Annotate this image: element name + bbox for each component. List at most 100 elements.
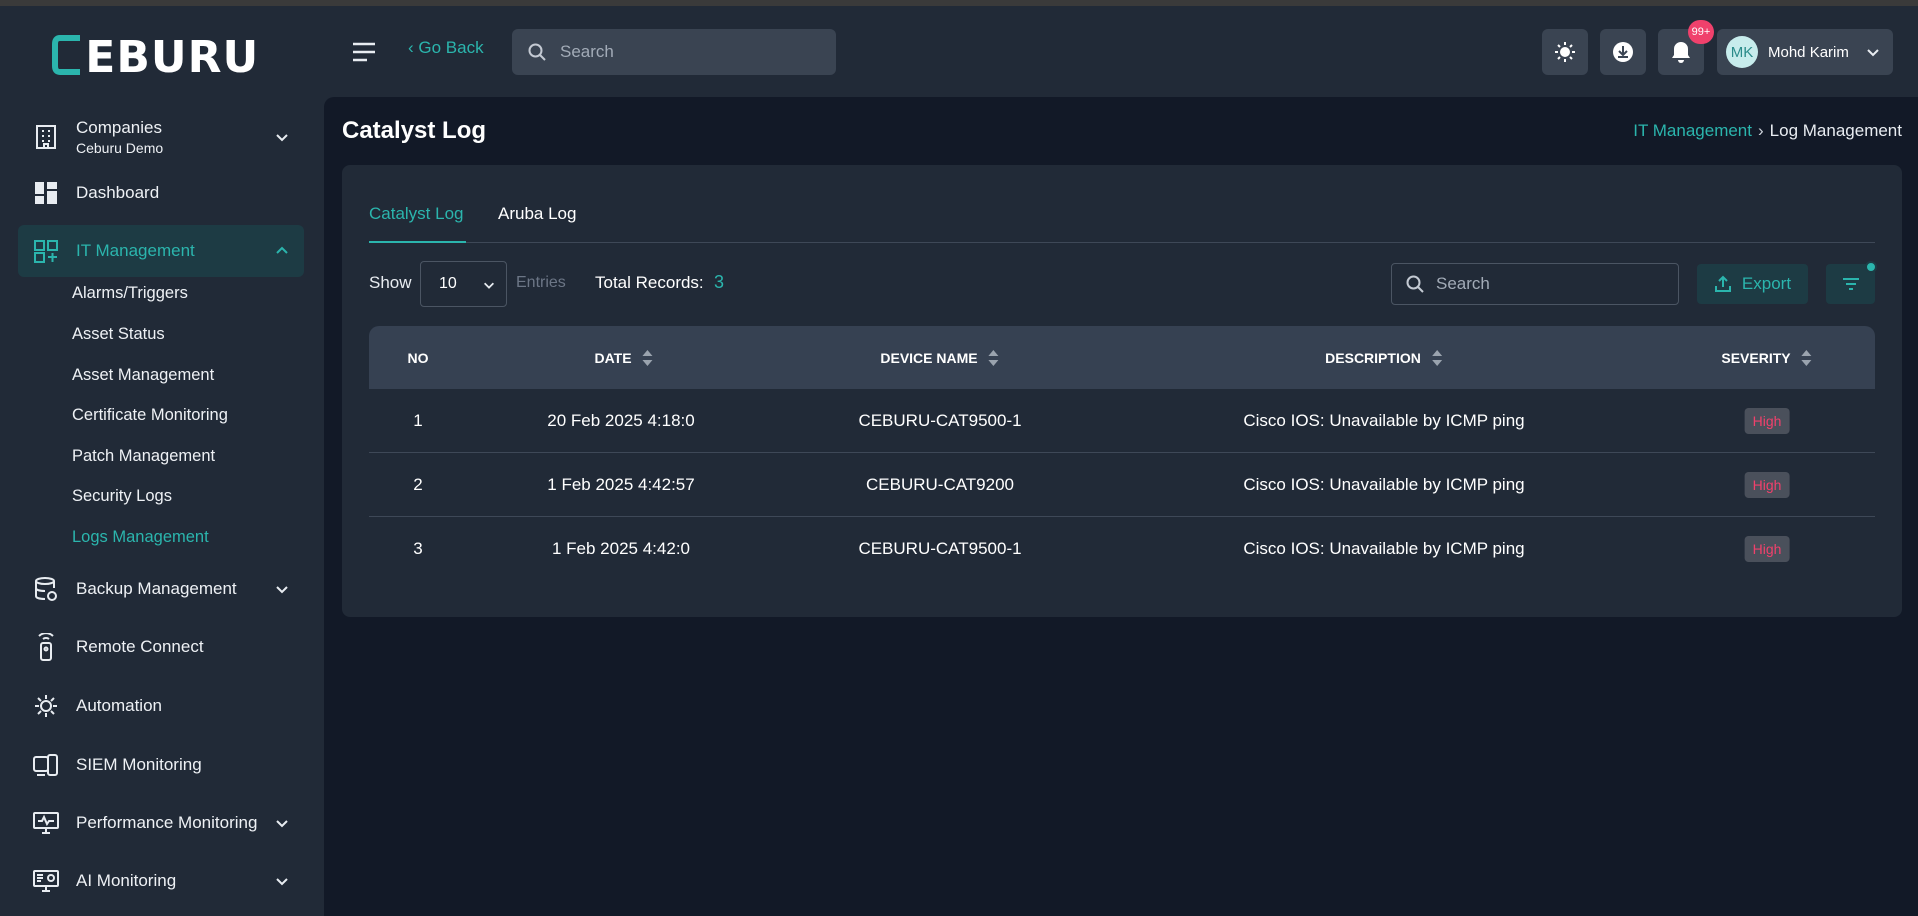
sidebar-item-label: Automation	[76, 696, 162, 715]
column-header-label: DESCRIPTION	[1325, 349, 1421, 366]
building-icon	[32, 123, 60, 151]
entries-label: Entries	[516, 274, 566, 291]
companies-label: Companies	[76, 118, 162, 137]
severity-badge: High	[1744, 407, 1790, 434]
sidebar-subitem-asset-management[interactable]: Asset Management	[72, 366, 214, 385]
upload-icon	[1714, 275, 1731, 292]
sidebar-subitem-alarms[interactable]: Alarms/Triggers	[72, 284, 188, 303]
cell-date: 20 Feb 2025 4:18:0	[547, 410, 695, 430]
go-back-label: Go Back	[418, 38, 484, 57]
column-header-date[interactable]: DATE	[594, 326, 653, 389]
column-header-no[interactable]: NO	[408, 326, 429, 389]
sidebar-item-automation[interactable]: Automation	[18, 680, 304, 732]
header-search[interactable]	[512, 29, 836, 75]
sidebar-item-remote-connect[interactable]: Remote Connect	[18, 621, 304, 673]
chevron-down-icon	[276, 878, 288, 886]
sidebar-item-backup-management[interactable]: Backup Management	[18, 563, 304, 615]
sidebar-subitem-security-logs[interactable]: Security Logs	[72, 487, 172, 506]
sidebar-item-dashboard[interactable]: Dashboard	[18, 167, 304, 219]
go-back-link[interactable]: ‹ Go Back	[408, 38, 484, 58]
tab-catalyst-log[interactable]: Catalyst Log	[369, 204, 466, 243]
sort-icon	[988, 349, 999, 366]
sidebar-subitem-patch-management[interactable]: Patch Management	[72, 447, 215, 466]
table-search[interactable]	[1391, 263, 1679, 305]
remote-icon	[32, 633, 60, 661]
companies-selector[interactable]: Companies Ceburu Demo	[18, 109, 304, 165]
total-records-value: 3	[714, 272, 725, 292]
sidebar-item-label: Dashboard	[76, 183, 160, 202]
table-row: 3 1 Feb 2025 4:42:0 CEBURU-CAT9500-1 Cis…	[369, 517, 1875, 581]
download-icon	[1613, 42, 1633, 62]
monitor-icon	[32, 809, 60, 837]
sidebar-item-performance-monitoring[interactable]: Performance Monitoring	[18, 797, 304, 849]
chevron-up-icon	[276, 246, 288, 254]
avatar: MK	[1726, 36, 1758, 68]
search-icon	[528, 43, 546, 61]
user-menu[interactable]: MK Mohd Karim	[1717, 29, 1893, 75]
log-tabs: Catalyst Log Aruba Log	[369, 204, 1875, 243]
cell-description: Cisco IOS: Unavailable by ICMP ping	[1243, 474, 1525, 494]
siem-icon	[32, 751, 60, 779]
breadcrumb: IT Management › Log Management	[1633, 121, 1902, 141]
column-header-label: DATE	[594, 349, 632, 366]
cell-device-name: CEBURU-CAT9500-1	[858, 410, 1022, 430]
chevron-down-icon	[276, 134, 288, 142]
user-name: Mohd Karim	[1768, 43, 1849, 61]
tab-aruba-log[interactable]: Aruba Log	[498, 204, 576, 236]
sidebar-subitem-logs-management[interactable]: Logs Management	[72, 528, 209, 547]
column-header-label: DEVICE NAME	[880, 349, 978, 366]
sidebar-subitem-certificate-monitoring[interactable]: Certificate Monitoring	[72, 406, 228, 425]
ceburu-logo[interactable]: CEBURU	[52, 32, 272, 78]
breadcrumb-separator: ›	[1758, 121, 1764, 140]
table-search-input[interactable]	[1436, 274, 1666, 294]
breadcrumb-it-management[interactable]: IT Management	[1633, 121, 1752, 140]
sidebar-item-siem-monitoring[interactable]: SIEM Monitoring	[18, 739, 304, 791]
sidebar-item-label: IT Management	[76, 241, 195, 260]
header-search-input[interactable]	[560, 42, 820, 62]
sidebar-item-label: SIEM Monitoring	[76, 755, 202, 774]
total-records-label: Total Records:	[595, 273, 704, 292]
automation-icon	[32, 692, 60, 720]
sidebar-item-label: Remote Connect	[76, 637, 204, 656]
column-header-description[interactable]: DESCRIPTION	[1325, 326, 1443, 389]
sort-icon	[642, 349, 653, 366]
severity-badge: High	[1744, 535, 1790, 562]
bell-icon	[1672, 42, 1690, 63]
sidebar: CEBURU Companies Ceburu Demo Dashboard I…	[0, 6, 324, 916]
column-header-device-name[interactable]: DEVICE NAME	[880, 326, 999, 389]
theme-toggle-button[interactable]	[1542, 29, 1588, 75]
ai-monitor-icon	[32, 867, 60, 895]
column-header-label: SEVERITY	[1721, 349, 1791, 366]
hamburger-menu-icon[interactable]	[350, 40, 378, 64]
cell-date: 1 Feb 2025 4:42:0	[551, 538, 691, 558]
dashboard-icon	[32, 179, 60, 207]
entries-select[interactable]: 10	[420, 261, 507, 307]
search-icon	[1406, 275, 1424, 293]
sidebar-item-it-management[interactable]: IT Management	[18, 225, 304, 277]
sidebar-item-label: Performance Monitoring	[76, 813, 258, 832]
cell-date: 1 Feb 2025 4:42:57	[547, 474, 695, 494]
column-header-severity[interactable]: SEVERITY	[1721, 326, 1812, 389]
table-row: 1 20 Feb 2025 4:18:0 CEBURU-CAT9500-1 Ci…	[369, 389, 1875, 453]
sidebar-subitem-asset-status[interactable]: Asset Status	[72, 325, 165, 344]
cell-no: 3	[413, 538, 423, 558]
sort-icon	[1801, 349, 1812, 366]
chevron-down-icon	[276, 820, 288, 828]
sidebar-item-label: AI Monitoring	[76, 871, 177, 890]
sun-icon	[1555, 42, 1575, 62]
sidebar-item-label: Backup Management	[76, 579, 237, 598]
company-name: Ceburu Demo	[76, 140, 164, 156]
page-title: Catalyst Log	[342, 117, 487, 144]
cell-device-name: CEBURU-CAT9200	[865, 474, 1015, 494]
sidebar-item-ai-monitoring[interactable]: AI Monitoring	[18, 855, 304, 907]
export-label: Export	[1741, 274, 1792, 293]
breadcrumb-log-management: Log Management	[1769, 121, 1902, 140]
chevron-down-icon	[484, 282, 494, 289]
download-button[interactable]	[1600, 29, 1646, 75]
cell-no: 1	[413, 410, 423, 430]
chevron-left-icon: ‹	[408, 38, 419, 57]
svg-text:CEBURU: CEBURU	[52, 32, 259, 78]
export-button[interactable]: Export	[1697, 264, 1808, 304]
severity-badge: High	[1744, 471, 1790, 498]
it-management-icon	[32, 237, 60, 265]
